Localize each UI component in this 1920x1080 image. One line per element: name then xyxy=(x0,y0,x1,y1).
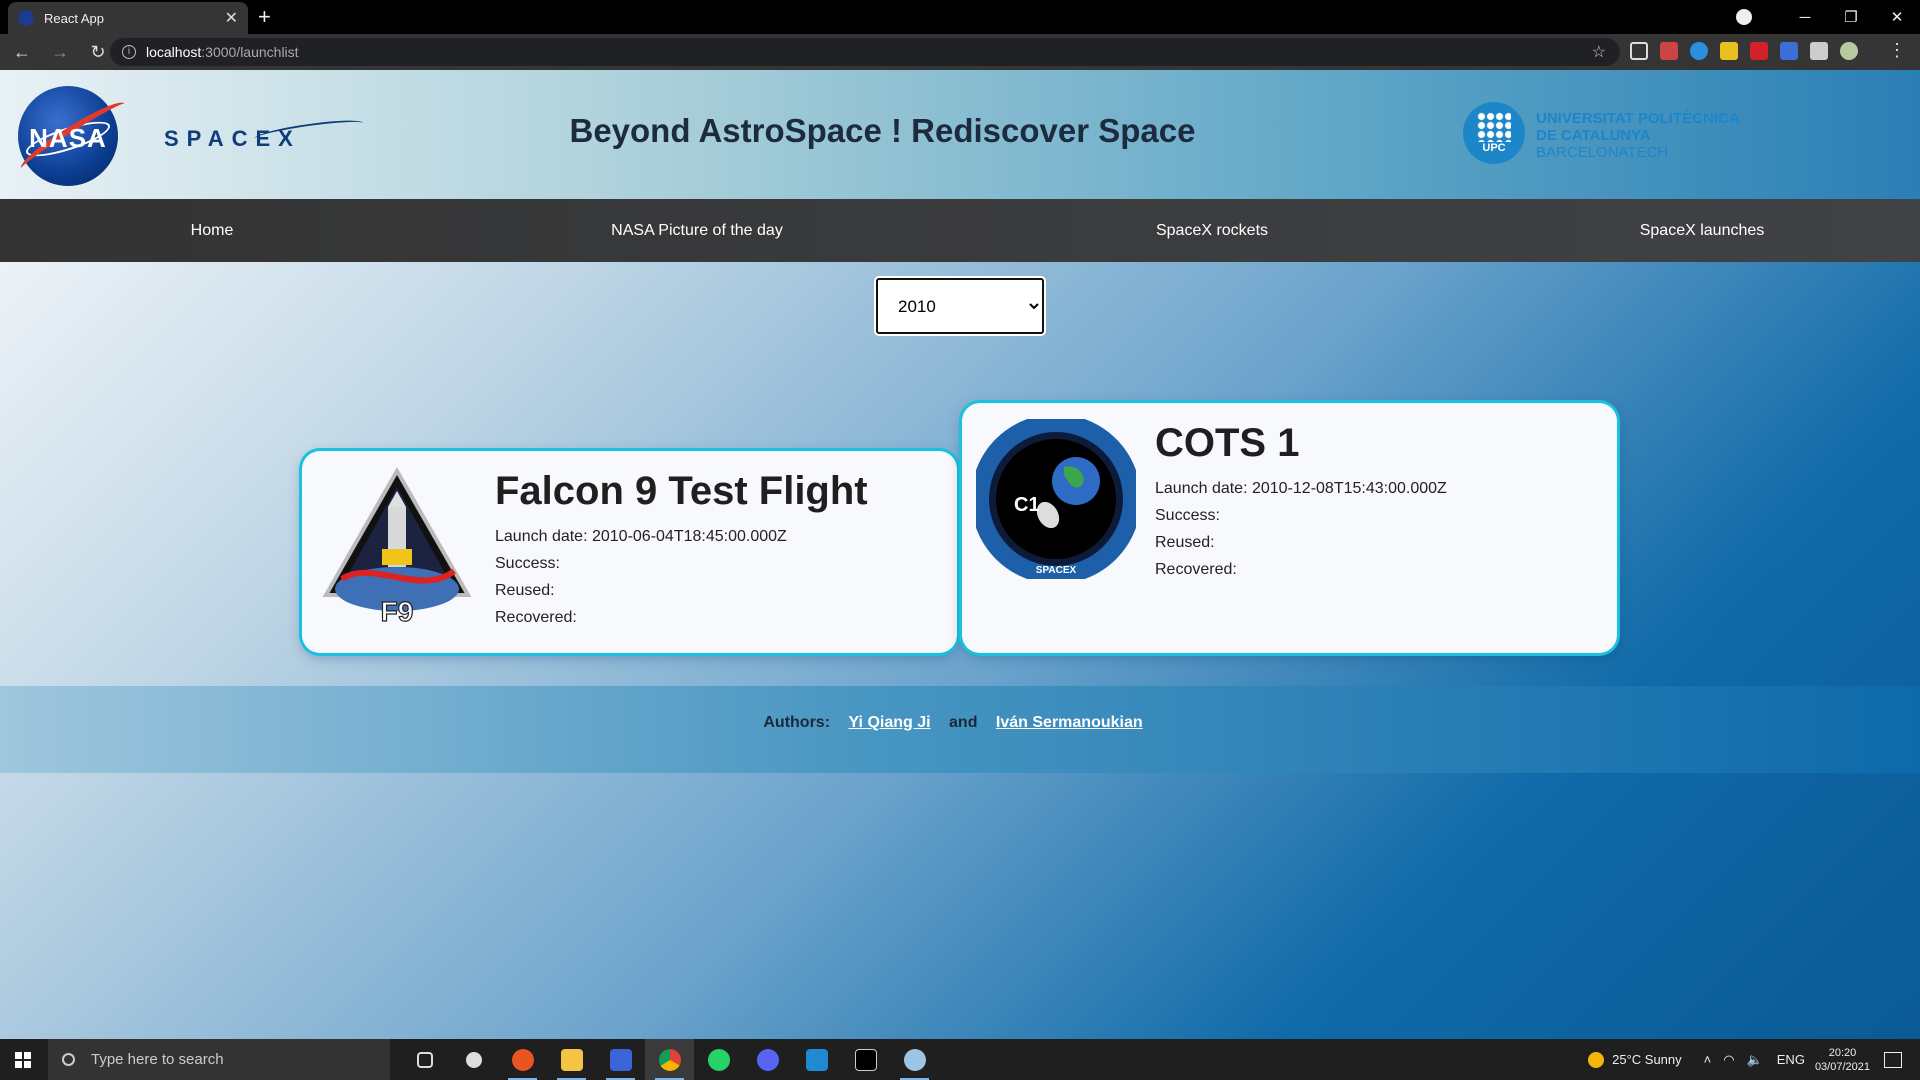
address-bar[interactable]: i localhost:3000/launchlist ☆ xyxy=(110,38,1620,66)
year-select[interactable]: 2010 xyxy=(876,278,1044,334)
bookmark-star-icon[interactable]: ☆ xyxy=(1592,42,1606,62)
task-view-icon[interactable] xyxy=(400,1039,449,1080)
taskbar-clock[interactable]: 20:20 03/07/2021 xyxy=(1815,1046,1870,1074)
extension-icon[interactable] xyxy=(1780,42,1798,60)
nav-item-nasa-picture[interactable]: NASA Picture of the day xyxy=(572,199,822,262)
author-link-ivan-sermanoukian[interactable]: Iván Sermanoukian xyxy=(996,714,1143,731)
clock-date: 03/07/2021 xyxy=(1814,1060,1870,1073)
upc-wordmark: UNIVERSITAT POLITÈCNICA DE CATALUNYA BAR… xyxy=(1536,110,1740,161)
taskbar-apps xyxy=(400,1039,939,1080)
weather-sun-icon xyxy=(1588,1051,1605,1068)
new-tab-icon[interactable]: + xyxy=(258,4,271,30)
upc-line-1: UNIVERSITAT POLITÈCNICA xyxy=(1536,110,1740,127)
launch-success: Success: xyxy=(495,555,560,572)
volume-icon[interactable]: 🔈 xyxy=(1747,1052,1763,1068)
search-icon xyxy=(62,1053,75,1066)
patch-f9-text: F9 xyxy=(381,596,414,627)
authors-row: Authors: Yi Qiang Ji and Iván Sermanouki… xyxy=(0,714,1920,732)
browser-toolbar: ← → ↻ i localhost:3000/launchlist ☆ ⋮ xyxy=(0,34,1920,70)
upc-line-2: DE CATALUNYA xyxy=(1536,127,1651,144)
paint-app-icon[interactable] xyxy=(890,1039,939,1080)
settings-gear-icon[interactable] xyxy=(449,1039,498,1080)
nav-item-spacex-rockets[interactable]: SpaceX rockets xyxy=(1112,199,1312,262)
site-info-icon[interactable]: i xyxy=(122,45,136,59)
nasa-favicon-icon xyxy=(18,10,34,26)
notifications-icon[interactable] xyxy=(1884,1051,1902,1068)
launch-reused: Reused: xyxy=(1155,534,1215,551)
extension-icon[interactable] xyxy=(1750,42,1768,60)
launch-reused: Reused: xyxy=(495,582,555,599)
puzzle-extensions-icon[interactable] xyxy=(1810,42,1828,60)
extension-icon[interactable] xyxy=(1690,42,1708,60)
main-navigation: Home NASA Picture of the day SpaceX rock… xyxy=(0,199,1920,262)
vscode-app-icon[interactable] xyxy=(792,1039,841,1080)
ubuntu-app-icon[interactable] xyxy=(498,1039,547,1080)
patch-spacex-text: SPACEX xyxy=(1036,565,1077,576)
discord-app-icon[interactable] xyxy=(743,1039,792,1080)
launch-recovered: Recovered: xyxy=(495,609,577,626)
chevron-up-icon[interactable]: ˄ xyxy=(1704,1052,1712,1067)
taskbar-search-box[interactable]: Type here to search xyxy=(48,1039,390,1080)
site-footer: Authors: Yi Qiang Ji and Iván Sermanouki… xyxy=(0,686,1920,773)
nav-item-home[interactable]: Home xyxy=(112,199,312,262)
weather-text[interactable]: 25°C Sunny xyxy=(1612,1052,1682,1067)
language-indicator[interactable]: ENG xyxy=(1777,1052,1805,1067)
cots1-mission-patch-icon: C1 SPACEX xyxy=(976,419,1136,579)
back-icon[interactable]: ← xyxy=(6,42,38,63)
launch-name: COTS 1 xyxy=(1155,421,1300,465)
tab-close-icon[interactable]: ✕ xyxy=(225,8,238,28)
and-text: and xyxy=(949,714,978,731)
forward-icon[interactable]: → xyxy=(44,42,76,63)
browser-tab-strip: React App ✕ + ─ ❐ ✕ xyxy=(0,0,1920,34)
file-explorer-icon[interactable] xyxy=(547,1039,596,1080)
extensions-area xyxy=(1630,42,1858,60)
chrome-app-icon[interactable] xyxy=(645,1039,694,1080)
tab-title: React App xyxy=(44,10,104,26)
falcon9-mission-patch-icon: F9 xyxy=(322,467,472,627)
launch-card[interactable]: C1 SPACEX COTS 1 Launch date: 2010-12-08… xyxy=(962,403,1617,653)
minimize-icon[interactable]: ─ xyxy=(1782,9,1828,26)
whatsapp-app-icon[interactable] xyxy=(694,1039,743,1080)
save-app-icon[interactable] xyxy=(596,1039,645,1080)
window-close-icon[interactable]: ✕ xyxy=(1874,8,1920,26)
launch-date: Launch date: 2010-12-08T15:43:00.000Z xyxy=(1155,480,1447,497)
windows-start-icon[interactable] xyxy=(15,1052,31,1068)
launch-card[interactable]: F9 Falcon 9 Test Flight Launch date: 201… xyxy=(302,451,957,653)
taskbar-search-placeholder: Type here to search xyxy=(91,1051,224,1068)
launch-recovered: Recovered: xyxy=(1155,561,1237,578)
browser-menu-icon[interactable]: ⋮ xyxy=(1888,40,1906,61)
url-host: localhost xyxy=(146,44,202,60)
launch-success: Success: xyxy=(1155,507,1220,524)
restore-icon[interactable]: ❐ xyxy=(1828,8,1874,26)
upc-line-3: BARCELONATECH xyxy=(1536,144,1669,161)
system-tray: 25°C Sunny ˄ ◠ 🔈 ENG 20:20 03/07/2021 xyxy=(1588,1039,1920,1080)
window-controls: ─ ❐ ✕ xyxy=(1736,0,1920,34)
upc-logo: UPC xyxy=(1463,102,1525,164)
network-icon[interactable]: ◠ xyxy=(1723,1052,1734,1068)
notion-extension-icon[interactable] xyxy=(1630,42,1648,60)
browser-tab[interactable]: React App ✕ xyxy=(8,2,248,34)
terminal-app-icon[interactable] xyxy=(841,1039,890,1080)
profile-sync-icon[interactable] xyxy=(1736,9,1752,25)
authors-label: Authors: xyxy=(763,714,831,731)
launch-name: Falcon 9 Test Flight xyxy=(495,469,868,513)
clock-time: 20:20 xyxy=(1828,1046,1857,1059)
page-viewport: NASA SPACEX Beyond AstroSpace ! Rediscov… xyxy=(0,70,1920,1039)
avatar[interactable] xyxy=(1840,42,1858,60)
upc-logo-label: UPC xyxy=(1482,142,1506,154)
url-path: :3000/launchlist xyxy=(201,44,299,60)
extension-icon[interactable] xyxy=(1660,42,1678,60)
site-header: NASA SPACEX Beyond AstroSpace ! Rediscov… xyxy=(0,70,1920,199)
extension-icon[interactable] xyxy=(1720,42,1738,60)
upc-dots-shape xyxy=(1477,112,1511,142)
windows-taskbar: Type here to search 25°C Sunny ˄ ◠ 🔈 ENG… xyxy=(0,1039,1920,1080)
launch-date: Launch date: 2010-06-04T18:45:00.000Z xyxy=(495,528,787,545)
patch-c1-text: C1 xyxy=(1014,494,1040,516)
author-link-yi-qiang-ji[interactable]: Yi Qiang Ji xyxy=(848,714,930,731)
nav-item-spacex-launches[interactable]: SpaceX launches xyxy=(1602,199,1802,262)
